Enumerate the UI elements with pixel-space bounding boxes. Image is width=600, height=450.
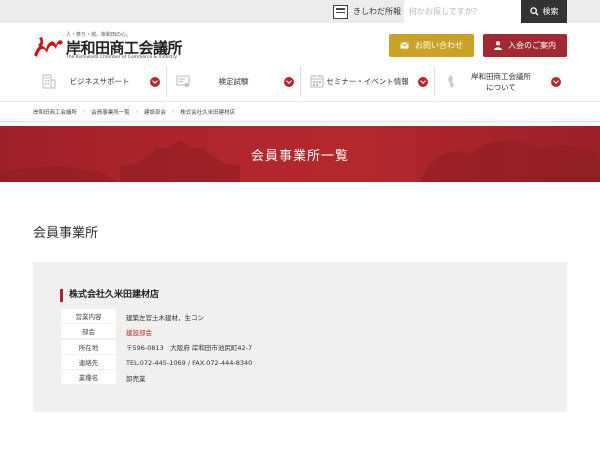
breadcrumb-construction[interactable]: 建設部会: [144, 108, 166, 116]
nav-business-support[interactable]: ビジネスサポート: [33, 66, 167, 97]
nav-divider: [0, 101, 600, 102]
breadcrumb: 岸和田商工会議所 › 会員事業所一覧 › 建設部会 › 株式会社久米田建材店: [33, 108, 235, 116]
nav-about-chamber-label: 岸和田商工会議所 について: [435, 71, 567, 93]
breadcrumb-divider: [0, 121, 600, 122]
user-icon: [494, 41, 502, 50]
nav-about-line2: について: [486, 83, 516, 92]
nav-about-chamber[interactable]: 岸和田商工会議所 について: [435, 66, 567, 97]
info-key: 連絡先: [61, 355, 116, 370]
chevron-down-icon: [418, 77, 428, 87]
page-banner: 会員事業所一覧: [0, 126, 600, 182]
main-nav: ビジネスサポート 検定試験 セミナー・イベント情報 岸和田商工会議所 について: [33, 66, 567, 97]
chevron-down-icon: [284, 77, 294, 87]
join-button-label: 入会のご案内: [508, 41, 556, 50]
info-key: 部会: [61, 324, 116, 339]
info-value: 卸売業: [126, 374, 146, 383]
logo-english-name: The Kishiwada Chamber of Commerce & Indu…: [66, 55, 178, 60]
info-key: 営業内容: [61, 309, 116, 324]
breadcrumb-separator-icon: ›: [135, 109, 138, 115]
info-key: 業種名: [61, 370, 116, 385]
kishiwada-shohou-label: きしわだ所報: [353, 7, 401, 16]
info-row-contact: 連絡先 TEL.072-445-1069 / FAX.072-444-8340: [61, 355, 252, 370]
division-link[interactable]: 建設部会: [126, 327, 152, 337]
contact-button[interactable]: お問い合わせ: [389, 34, 474, 57]
banner-title: 会員事業所一覧: [250, 148, 349, 164]
nav-business-support-label: ビジネスサポート: [69, 77, 130, 86]
breadcrumb-separator-icon: ›: [171, 109, 175, 115]
chevron-down-icon: [551, 77, 561, 87]
search-icon: [529, 7, 539, 16]
breadcrumb-member-list[interactable]: 会員事業所一覧: [91, 108, 130, 116]
newspaper-icon: [333, 4, 348, 19]
nav-seminar-events[interactable]: セミナー・イベント情報: [301, 66, 435, 97]
contact-button-label: お問い合わせ: [415, 41, 463, 50]
breadcrumb-home[interactable]: 岸和田商工会議所: [33, 108, 77, 116]
info-row-industry: 業種名 卸売業: [61, 370, 252, 385]
search-input[interactable]: [404, 0, 521, 23]
top-bar: きしわだ所報 検索: [0, 0, 600, 23]
info-row-address: 所在地 〒596-0813 大阪府 岸和田市池尻町42-7: [61, 339, 253, 355]
info-value: 建築左官土木建材，生コン: [126, 313, 204, 322]
breadcrumb-separator-icon: ›: [83, 109, 86, 115]
chevron-down-icon: [150, 77, 160, 87]
info-key: 所在地: [61, 339, 116, 354]
company-name: 株式会社久米田建材店: [60, 289, 159, 302]
nav-about-line1: 岸和田商工会議所: [471, 72, 531, 81]
nav-seminar-events-label: セミナー・イベント情報: [326, 77, 409, 86]
search-button-label: 検索: [542, 7, 559, 16]
site-logo[interactable]: 人・祭り・城。岸和田の心。 岸和田商工会議所 The Kishiwada Cha…: [32, 31, 192, 63]
company-card: 株式会社久米田建材店 営業内容 建築左官土木建材，生コン 部会 建設部会 所在地…: [33, 262, 567, 412]
company-info-table: 営業内容 建築左官土木建材，生コン 部会 建設部会 所在地 〒596-0813 …: [61, 309, 252, 385]
info-value: 〒596-0813 大阪府 岸和田市池尻町42-7: [126, 344, 253, 353]
nav-certification-exam-label: 検定試験: [218, 77, 249, 86]
info-row-division: 部会 建設部会: [61, 324, 252, 339]
mail-icon: [400, 42, 409, 49]
info-row-business: 営業内容 建築左官土木建材，生コン: [61, 309, 252, 324]
logo-mark-icon: [34, 37, 63, 57]
breadcrumb-current: 株式会社久米田建材店: [180, 110, 236, 116]
nav-certification-exam[interactable]: 検定試験: [167, 66, 301, 97]
join-button[interactable]: 入会のご案内: [483, 34, 567, 57]
info-value: TEL.072-445-1069 / FAX.072-444-8340: [126, 358, 253, 367]
section-title: 会員事業所: [33, 226, 99, 241]
search-button[interactable]: 検索: [521, 0, 567, 23]
kishiwada-shohou-link[interactable]: きしわだ所報: [333, 3, 401, 20]
